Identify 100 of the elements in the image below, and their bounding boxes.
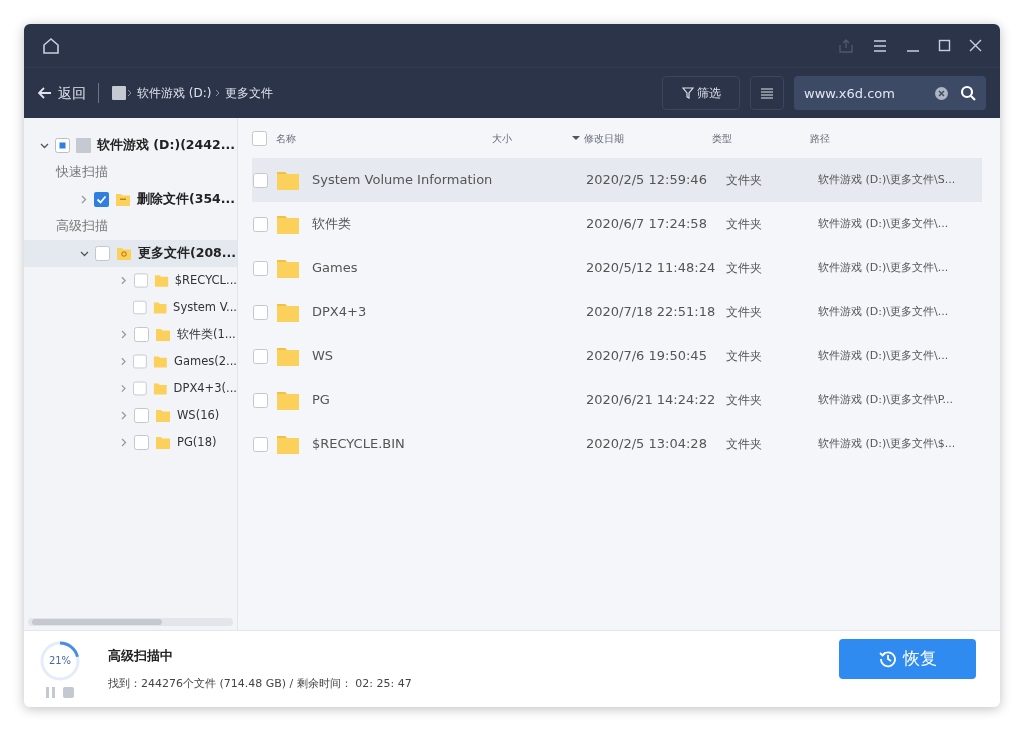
table-cell-text: System Volume Information bbox=[312, 171, 493, 190]
column-header[interactable]: 修改日期 bbox=[584, 130, 624, 146]
table-row[interactable]: WS 2020/7/6 19:50:45 文件夹 软件游戏 (D:)\更多文件\... bbox=[252, 334, 982, 378]
chevron-down-icon[interactable] bbox=[40, 141, 49, 150]
table-cell-text: Games bbox=[312, 259, 358, 278]
checkbox[interactable] bbox=[253, 172, 268, 188]
folder-icon bbox=[153, 353, 168, 370]
column-header[interactable]: 大小 bbox=[492, 130, 512, 146]
checkbox[interactable] bbox=[134, 408, 149, 423]
filter-button[interactable]: 筛选 bbox=[662, 76, 740, 110]
table-cell-text: 软件游戏 (D:)\更多文件\... bbox=[818, 303, 949, 320]
chevron-right-icon[interactable] bbox=[120, 276, 128, 285]
folder-icon bbox=[276, 169, 300, 191]
chevron-right-icon[interactable] bbox=[120, 357, 128, 366]
folder-icon bbox=[115, 191, 131, 208]
maximize-icon[interactable] bbox=[938, 39, 951, 52]
column-header[interactable]: 名称 bbox=[276, 130, 296, 146]
breadcrumb-item[interactable]: 更多文件 bbox=[225, 84, 274, 102]
search-field[interactable]: www.x6d.com bbox=[794, 76, 986, 110]
chevron-right-icon[interactable] bbox=[120, 438, 128, 447]
table-cell-text: 软件游戏 (D:)\更多文件\S... bbox=[818, 171, 956, 188]
table-row[interactable]: PG 2020/6/21 14:24:22 文件夹 软件游戏 (D:)\更多文件\P... bbox=[252, 378, 982, 422]
table-row[interactable]: DPX4+3 2020/7/18 22:51:18 文件夹 软件游戏 (D:)\更多文件\... bbox=[252, 290, 982, 334]
back-button[interactable]: 返回 bbox=[38, 82, 86, 104]
table-row[interactable]: 软件类 2020/6/7 17:24:58 文件夹 软件游戏 (D:)\更多文件\... bbox=[252, 202, 982, 246]
checkbox[interactable] bbox=[253, 216, 268, 232]
table-row[interactable]: Games 2020/5/12 11:48:24 文件夹 软件游戏 (D:)\更多文件\... bbox=[252, 246, 982, 290]
tree-item[interactable]: PG(18) bbox=[177, 433, 217, 452]
table-cell-text: 文件夹 bbox=[726, 216, 763, 233]
folder-icon bbox=[155, 326, 171, 343]
table-cell-text: 文件夹 bbox=[726, 348, 763, 365]
checkbox[interactable] bbox=[253, 436, 268, 452]
tree-item[interactable]: 软件类(1... bbox=[177, 325, 236, 344]
tree-item[interactable]: 删除文件(354... bbox=[137, 190, 236, 209]
chevron-down-icon[interactable] bbox=[80, 249, 89, 258]
tree-item[interactable]: Games(2... bbox=[174, 352, 237, 371]
folder-icon bbox=[276, 301, 300, 323]
checkbox[interactable] bbox=[133, 273, 148, 288]
tree-item[interactable]: System V... bbox=[173, 298, 237, 317]
checkbox[interactable] bbox=[55, 138, 70, 153]
section-label: 高级扫描 bbox=[55, 217, 109, 236]
folder-icon bbox=[116, 245, 132, 262]
progress-percent: 21% bbox=[48, 655, 72, 666]
chevron-right-icon[interactable] bbox=[120, 330, 128, 339]
checkbox[interactable] bbox=[253, 348, 268, 364]
chevron-right-icon[interactable] bbox=[80, 195, 88, 204]
checkbox[interactable] bbox=[253, 260, 268, 276]
checkbox[interactable] bbox=[95, 246, 110, 261]
home-icon[interactable] bbox=[42, 36, 60, 55]
table-cell-text: 文件夹 bbox=[726, 304, 763, 321]
checkbox[interactable] bbox=[133, 381, 147, 396]
column-header[interactable]: 路径 bbox=[810, 130, 830, 146]
table-cell-text: 2020/5/12 11:48:24 bbox=[586, 259, 717, 278]
table-cell-text: 软件游戏 (D:)\更多文件\$... bbox=[818, 435, 956, 452]
section-label: 快速扫描 bbox=[55, 163, 109, 182]
table-row[interactable]: $RECYCLE.BIN 2020/2/5 13:04:28 文件夹 软件游戏 (D:)\更多文件\$... bbox=[252, 422, 982, 466]
table-cell-text: 软件游戏 (D:)\更多文件\P... bbox=[818, 391, 954, 408]
table-cell-text: $RECYCLE.BIN bbox=[312, 435, 405, 454]
checkbox[interactable] bbox=[133, 354, 148, 369]
folder-icon bbox=[155, 434, 171, 451]
history-icon bbox=[878, 650, 897, 668]
clear-icon[interactable] bbox=[935, 86, 948, 100]
table-cell-text: 2020/7/18 22:51:18 bbox=[586, 303, 717, 322]
chevron-right-icon[interactable] bbox=[120, 411, 128, 420]
folder-icon bbox=[276, 433, 300, 455]
search-icon[interactable] bbox=[960, 85, 976, 101]
tree-item[interactable]: $RECYCL... bbox=[174, 271, 237, 290]
table-cell-text: 软件游戏 (D:)\更多文件\... bbox=[818, 347, 949, 364]
table-cell-text: 2020/6/7 17:24:58 bbox=[586, 215, 708, 234]
stop-icon[interactable] bbox=[63, 686, 74, 698]
checkbox[interactable] bbox=[252, 130, 267, 146]
chevron-right-icon[interactable] bbox=[120, 384, 128, 393]
close-icon[interactable] bbox=[969, 39, 982, 52]
list-icon bbox=[761, 87, 773, 99]
tree-item[interactable]: DPX4+3(... bbox=[173, 379, 237, 398]
checkbox[interactable] bbox=[253, 304, 268, 320]
folder-icon bbox=[276, 257, 300, 279]
checkbox[interactable] bbox=[134, 435, 149, 450]
column-header[interactable]: 类型 bbox=[712, 130, 732, 146]
export-icon[interactable] bbox=[838, 37, 854, 54]
list-view-button[interactable] bbox=[750, 76, 784, 110]
chevron-right-icon bbox=[127, 89, 133, 97]
checkbox[interactable] bbox=[134, 327, 149, 342]
tree-item[interactable]: WS(16) bbox=[177, 406, 220, 425]
table-cell-text: PG bbox=[312, 391, 330, 410]
menu-icon[interactable] bbox=[872, 38, 888, 53]
folder-icon bbox=[276, 345, 300, 367]
checkbox[interactable] bbox=[94, 192, 109, 207]
table-cell-text: 2020/7/6 19:50:45 bbox=[586, 347, 708, 366]
breadcrumb-item[interactable]: 软件游戏 (D:) bbox=[137, 84, 212, 102]
table-row[interactable]: System Volume Information 2020/2/5 12:59:46 文件夹 软件游戏 (D:)\更多文件\S... bbox=[252, 158, 982, 202]
sort-caret-icon[interactable] bbox=[572, 136, 580, 140]
table-cell-text: 文件夹 bbox=[726, 260, 763, 277]
drive-icon bbox=[76, 138, 91, 153]
horizontal-scrollbar[interactable] bbox=[28, 618, 233, 626]
pause-icon[interactable] bbox=[46, 686, 55, 698]
checkbox[interactable] bbox=[133, 300, 147, 315]
tree-item[interactable]: 软件游戏 (D:)(2442... bbox=[97, 136, 235, 155]
checkbox[interactable] bbox=[253, 392, 268, 408]
scan-status-detail: 找到：244276个文件 (714.48 GB) / 剩余时间： 02: 25: 47 bbox=[108, 675, 412, 692]
